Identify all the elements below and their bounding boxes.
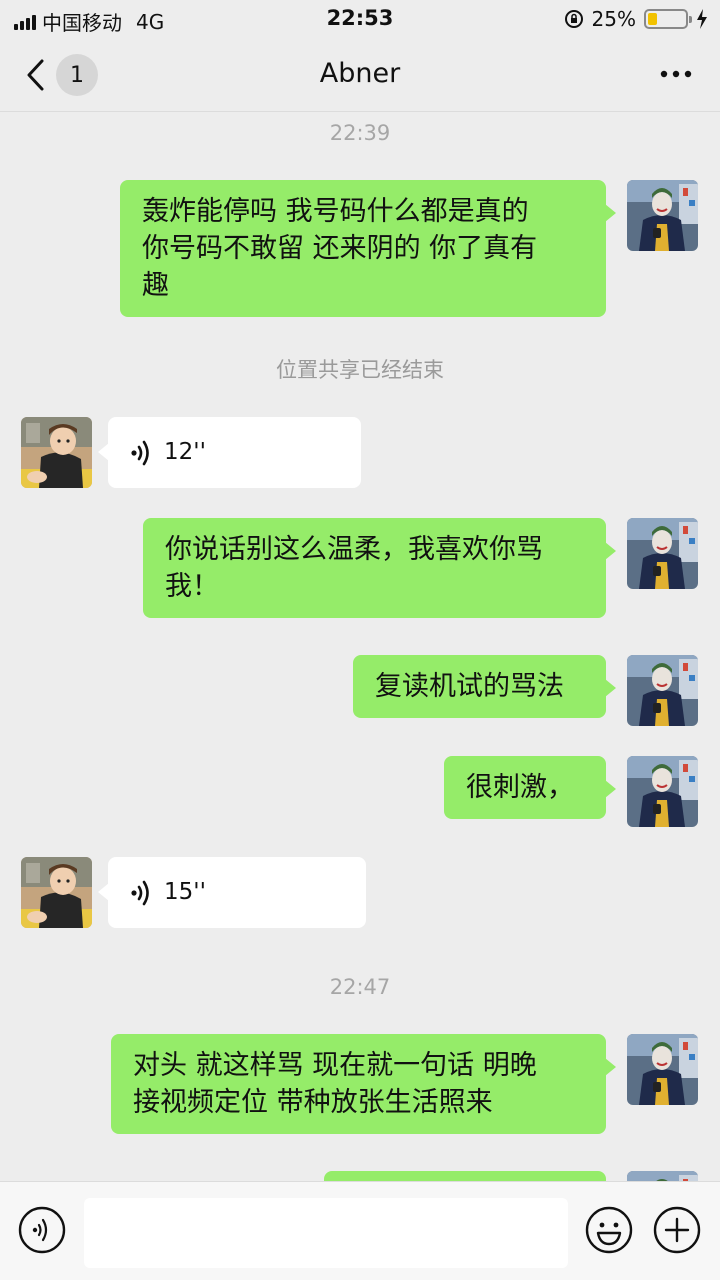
charging-bolt-icon [697, 9, 707, 29]
status-bar: 中国移动 4G 22:53 25% [0, 0, 720, 38]
voice-message[interactable]: 15'' [98, 857, 366, 928]
my-avatar[interactable] [627, 756, 698, 827]
system-message: 位置共享已经结束 [276, 358, 444, 382]
battery-percent: 25% [591, 7, 636, 31]
voice-mode-icon[interactable] [18, 1206, 66, 1254]
voice-duration: 12'' [164, 439, 206, 465]
sent-message-partial[interactable] [324, 1171, 606, 1181]
my-avatar[interactable] [627, 518, 698, 589]
voice-wave-icon [131, 440, 149, 465]
sent-message[interactable]: 对头 就这样骂 现在就一句话 明晚 接视频定位 带种放张生活照来 [111, 1034, 616, 1134]
chat-area[interactable]: 22:39 轰炸能停吗 我号码什么都是真的 你号码不敢留 还来阴的 你了真有 趣… [0, 113, 720, 1181]
contact-avatar[interactable] [21, 417, 92, 488]
my-avatar[interactable] [627, 1034, 698, 1105]
sent-message[interactable]: 你说话别这么温柔，我喜欢你骂 我！ [143, 518, 616, 618]
timestamp: 22:39 [329, 121, 391, 145]
voice-duration: 15'' [164, 879, 206, 905]
timestamp: 22:47 [329, 975, 391, 999]
rotation-lock-icon [564, 10, 583, 28]
input-bar [0, 1181, 720, 1280]
voice-message[interactable]: 12'' [98, 417, 361, 488]
more-icon[interactable] [658, 68, 694, 80]
status-right: 25% [564, 7, 708, 31]
chat-title: Abner [319, 58, 401, 89]
voice-wave-icon [131, 880, 149, 905]
sent-message[interactable]: 轰炸能停吗 我号码什么都是真的 你号码不敢留 还来阴的 你了真有 趣 [120, 180, 616, 317]
message-input[interactable] [84, 1198, 568, 1268]
emoji-icon[interactable] [585, 1206, 633, 1254]
my-avatar[interactable] [627, 1171, 698, 1181]
my-avatar[interactable] [627, 180, 698, 251]
contact-avatar[interactable] [21, 857, 92, 928]
sent-message[interactable]: 很刺激， [444, 756, 616, 819]
my-avatar[interactable] [627, 655, 698, 726]
nav-bar: 1 Abner [0, 38, 720, 112]
plus-icon[interactable] [653, 1206, 701, 1254]
sent-message[interactable]: 复读机试的骂法 [353, 655, 616, 718]
battery-level [648, 13, 657, 25]
battery-icon [644, 9, 692, 29]
